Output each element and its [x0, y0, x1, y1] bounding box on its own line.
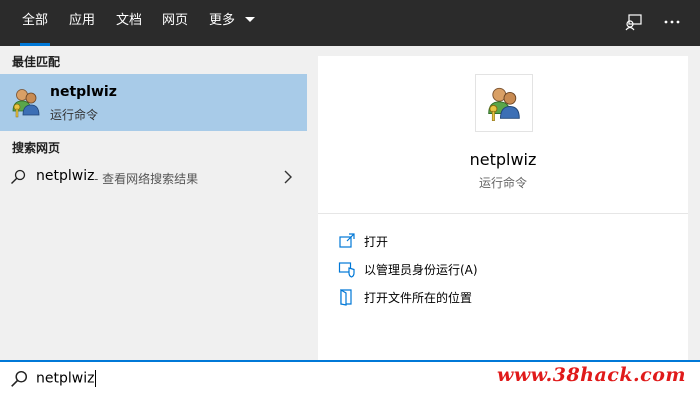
open-icon — [339, 233, 355, 248]
search-bar[interactable]: netplwiz www.38hack.com — [0, 360, 700, 396]
search-input[interactable]: netplwiz — [36, 370, 97, 387]
tab-apps[interactable]: 应用 — [69, 0, 95, 46]
text-cursor — [95, 370, 97, 387]
search-input-value: netplwiz — [36, 370, 95, 387]
chevron-down-icon — [245, 17, 256, 22]
shield-icon — [338, 262, 355, 278]
web-search-term: netplwiz — [36, 168, 95, 184]
preview-app-type: 运行命令 — [478, 176, 527, 190]
tab-web[interactable]: 网页 — [162, 0, 188, 46]
tab-web-label: 网页 — [162, 13, 189, 28]
best-match-subtitle: 运行命令 — [50, 108, 99, 122]
top-bar: 全部 应用 文档 网页 更多 — [0, 0, 700, 46]
more-options-icon[interactable] — [662, 12, 682, 32]
tab-apps-label: 应用 — [69, 13, 96, 28]
feedback-icon[interactable] — [624, 12, 644, 32]
best-match-title: netplwiz — [50, 84, 117, 100]
best-match-item[interactable]: netplwiz 运行命令 — [0, 74, 307, 131]
tab-documents[interactable]: 文档 — [116, 0, 142, 46]
preview-panel: netplwiz 运行命令 打开 以管理员身份运行(A) 打开文件所在的位置 — [318, 56, 688, 360]
tab-all-label: 全部 — [22, 13, 49, 28]
search-icon — [11, 169, 26, 184]
watermark: www.38hack.com — [496, 364, 686, 386]
users-keys-icon — [488, 87, 520, 121]
preview-app-name: netplwiz — [469, 150, 537, 169]
app-icon-frame — [475, 74, 533, 132]
divider — [318, 213, 688, 214]
chevron-right-icon[interactable] — [282, 170, 294, 184]
web-search-result[interactable]: netplwiz - 查看网络搜索结果 — [0, 162, 307, 192]
best-match-heading: 最佳匹配 — [12, 55, 61, 69]
open-file-location-label: 打开文件所在的位置 — [364, 291, 473, 305]
search-icon — [11, 370, 28, 387]
tab-documents-label: 文档 — [116, 13, 143, 28]
tab-all[interactable]: 全部 — [20, 0, 51, 46]
tab-more[interactable]: 更多 — [209, 0, 256, 46]
web-search-heading: 搜索网页 — [12, 141, 61, 155]
run-as-admin-label: 以管理员身份运行(A) — [364, 263, 478, 277]
file-location-icon — [340, 288, 352, 306]
users-keys-icon — [12, 89, 40, 118]
open-action-label: 打开 — [364, 235, 389, 249]
web-search-suffix: - 查看网络搜索结果 — [94, 172, 199, 186]
tab-more-label: 更多 — [209, 13, 236, 28]
